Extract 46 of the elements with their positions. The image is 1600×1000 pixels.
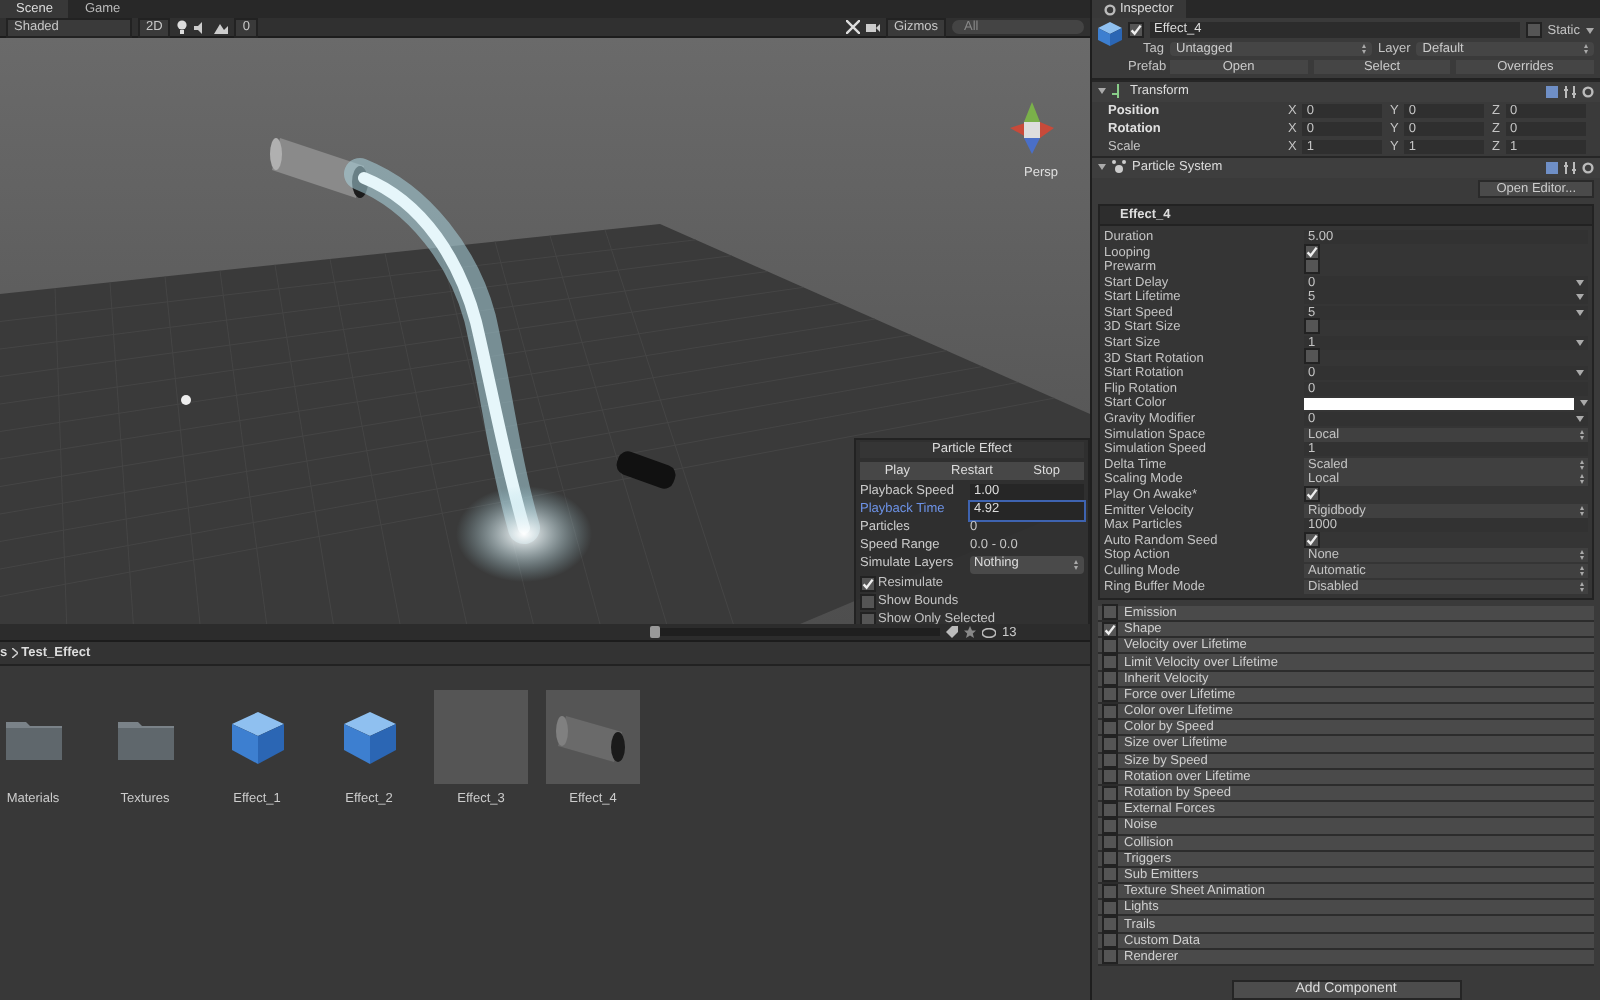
checkbox[interactable] [860, 611, 876, 624]
checkbox[interactable] [1102, 670, 1118, 687]
checkbox[interactable] [1102, 768, 1118, 785]
color-swatch[interactable] [1304, 397, 1574, 410]
empty-thumbnail [434, 690, 528, 784]
light-icon [181, 395, 191, 405]
sliders-icon[interactable] [1564, 85, 1576, 98]
shadow-drawing [613, 448, 679, 492]
checkbox[interactable] [1304, 348, 1320, 365]
checkbox[interactable] [1102, 850, 1118, 867]
cube-icon [1098, 22, 1122, 46]
checkbox[interactable] [1102, 834, 1118, 851]
cylinder-drawing [270, 138, 368, 198]
cube-icon [229, 709, 285, 765]
chevron-icon [11, 648, 18, 658]
checkbox[interactable] [1102, 604, 1118, 621]
checkbox[interactable] [1102, 752, 1118, 769]
camera-icon[interactable] [865, 21, 880, 33]
dropdown-arrow-icon [1580, 581, 1584, 592]
checkbox[interactable] [860, 575, 876, 591]
eye-icon[interactable] [982, 627, 996, 637]
checkbox[interactable] [860, 593, 876, 609]
dropdown-arrow-icon [1580, 550, 1584, 561]
checkbox[interactable] [1304, 486, 1320, 503]
dropdown-arrow-icon [1580, 474, 1584, 485]
dropdown-arrow-icon [1584, 43, 1588, 53]
checkbox[interactable] [1102, 686, 1118, 703]
checkbox[interactable] [1102, 866, 1118, 883]
sliders-icon[interactable] [1564, 161, 1576, 174]
checkbox[interactable] [1102, 948, 1118, 965]
transform-icon [1112, 84, 1124, 99]
dropdown-arrow-icon [1362, 43, 1366, 53]
checkbox[interactable] [1102, 654, 1118, 671]
particles-icon [1112, 160, 1126, 175]
slider-thumb[interactable] [650, 626, 660, 638]
static-checkbox[interactable] [1525, 22, 1542, 38]
checkbox[interactable] [1102, 916, 1118, 933]
axis-gizmo-icon[interactable] [1010, 102, 1054, 154]
cube-icon [341, 709, 397, 765]
tools-icon[interactable] [845, 20, 860, 34]
active-checkbox[interactable] [1128, 22, 1144, 38]
dropdown-arrow-icon [1074, 560, 1078, 570]
dropdown-arrow-icon [1580, 565, 1584, 576]
star-icon[interactable] [964, 626, 976, 638]
lightbulb-icon[interactable] [176, 20, 189, 34]
checkbox[interactable] [1102, 932, 1118, 949]
